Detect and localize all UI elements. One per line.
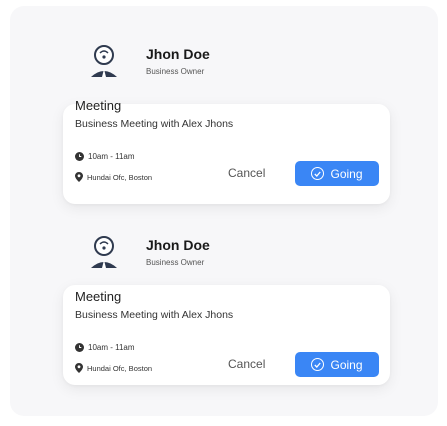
going-button[interactable]: Going: [295, 161, 379, 186]
event-time-text: 10am - 11am: [88, 152, 135, 161]
avatar: [91, 45, 117, 77]
clock-icon: [75, 343, 84, 352]
event-item: Jhon Doe Business Owner Meeting Business…: [0, 227, 447, 417]
cancel-button[interactable]: Cancel: [228, 357, 265, 371]
clock-icon: [75, 152, 84, 161]
location-pin-icon: [75, 172, 83, 182]
event-title: Meeting: [75, 98, 122, 113]
event-location-text: Hundai Ofc, Boston: [87, 363, 153, 373]
event-title: Meeting: [75, 289, 122, 304]
event-description: Business Meeting with Alex Jhons: [75, 309, 234, 321]
check-circle-icon: [311, 358, 325, 371]
event-location-text: Hundai Ofc, Boston: [87, 172, 153, 182]
location-pin-icon: [75, 363, 83, 373]
going-button-label: Going: [330, 166, 363, 181]
cancel-button[interactable]: Cancel: [228, 166, 265, 180]
event-location: Hundai Ofc, Boston: [75, 363, 152, 373]
host-name: Jhon Doe: [146, 237, 210, 253]
event-time-text: 10am - 11am: [88, 343, 135, 352]
host-role: Business Owner: [146, 258, 205, 267]
event-location: Hundai Ofc, Boston: [75, 172, 152, 182]
event-time: 10am - 11am: [75, 343, 135, 352]
host-role: Business Owner: [146, 67, 205, 76]
event-time: 10am - 11am: [75, 152, 135, 161]
event-description: Business Meeting with Alex Jhons: [75, 118, 234, 130]
going-button[interactable]: Going: [295, 352, 379, 377]
event-item: Jhon Doe Business Owner Meeting Business…: [0, 36, 447, 226]
host-name: Jhon Doe: [146, 46, 210, 62]
going-button-label: Going: [330, 357, 363, 372]
check-circle-icon: [311, 167, 325, 180]
avatar: [91, 236, 117, 268]
